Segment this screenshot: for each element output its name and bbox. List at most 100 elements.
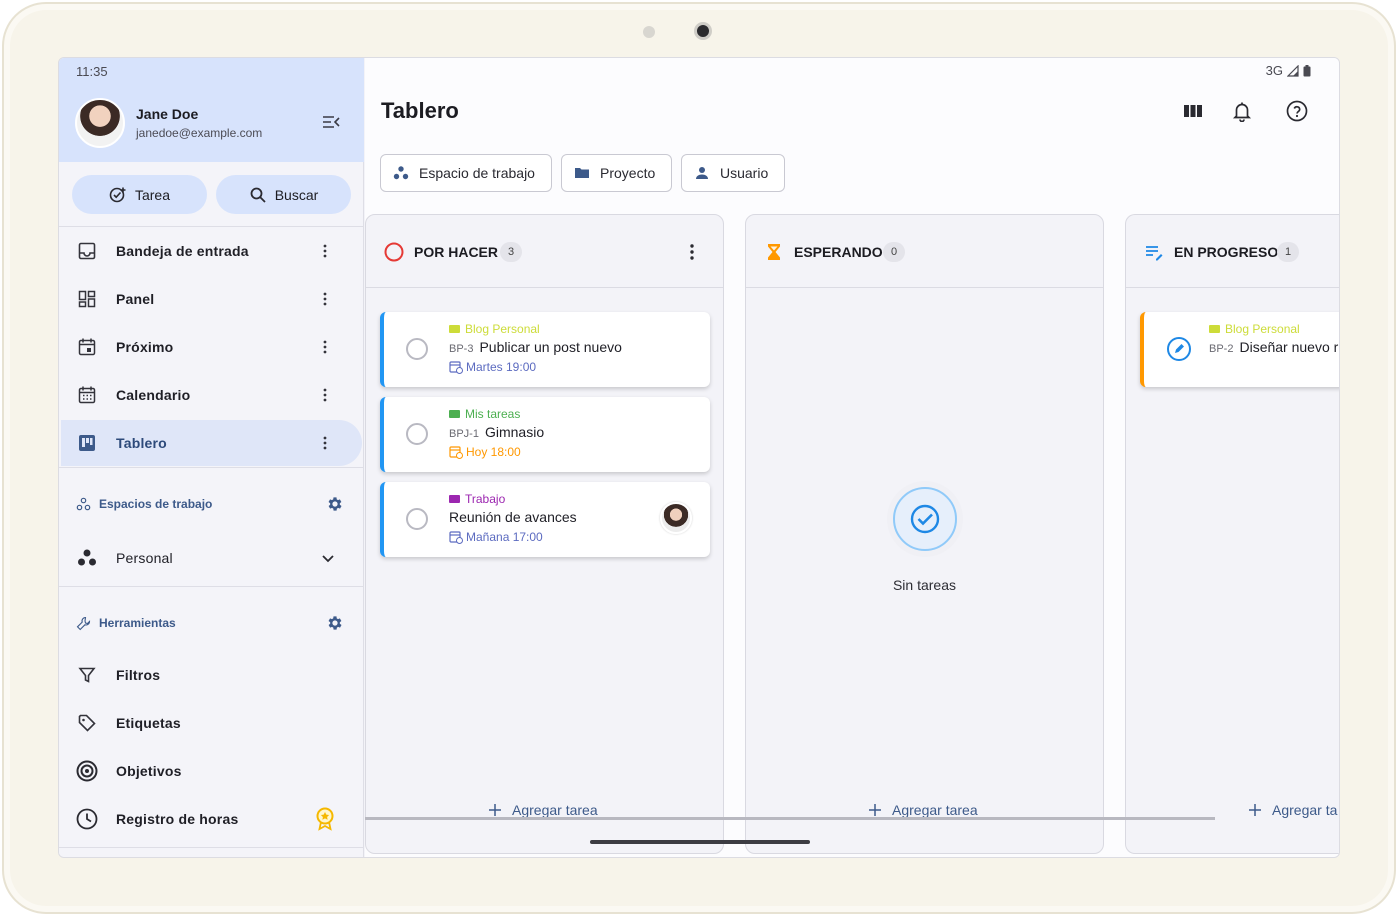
horizontal-scrollbar[interactable] (365, 817, 1215, 820)
add-task-link[interactable]: Agregar ta (1248, 802, 1337, 818)
gear-icon[interactable] (326, 614, 344, 632)
workspace-dots-icon (393, 166, 409, 180)
task-code: BP-2 (1209, 343, 1234, 355)
user-filter-chip[interactable]: Usuario (681, 154, 786, 192)
plus-icon (1249, 804, 1261, 816)
add-task-label: Agregar tarea (892, 802, 978, 818)
help-icon[interactable] (1286, 100, 1308, 122)
add-task-link[interactable]: Agregar tarea (868, 802, 978, 818)
sidebar-item-board[interactable]: Tablero (61, 420, 362, 466)
task-project: Mis tareas (449, 407, 520, 421)
column-count-badge: 1 (1277, 242, 1299, 262)
check-circle-icon (910, 504, 940, 534)
menu-collapse-icon[interactable] (321, 112, 341, 132)
sidebar-item-label: Tablero (116, 435, 167, 451)
more-vertical-icon[interactable] (317, 291, 333, 307)
progress-list-icon (1146, 246, 1163, 261)
task-card[interactable]: Blog Personal BP-2 Diseñar nuevo r (1140, 312, 1339, 387)
columns-view-icon[interactable] (1182, 100, 1204, 122)
task-due: Mañana 17:00 (449, 530, 543, 544)
search-icon (250, 187, 266, 203)
page-title: Tablero (381, 98, 459, 123)
add-task-button[interactable]: Tarea (72, 175, 207, 214)
workspace-dots-icon (78, 549, 96, 566)
task-card[interactable]: Trabajo Reunión de avances Mañana 17:00 (380, 482, 710, 557)
complete-task-radio[interactable] (406, 508, 428, 530)
filter-icon (78, 667, 96, 683)
more-vertical-icon[interactable] (682, 242, 702, 262)
search-label: Buscar (274, 186, 319, 203)
board-column-todo: POR HACER 3 Blog Personal BP-3 Publicar u… (365, 214, 724, 854)
avatar[interactable] (75, 98, 125, 148)
sidebar-item-calendar[interactable]: Calendario (61, 372, 362, 418)
sidebar-item-label: Bandeja de entrada (116, 243, 249, 259)
divider (59, 847, 364, 848)
task-project: Blog Personal (449, 322, 540, 336)
workspace-filter-chip[interactable]: Espacio de trabajo (380, 154, 552, 192)
signal-icon (1287, 64, 1299, 77)
task-title: Diseñar nuevo r (1239, 339, 1339, 355)
sidebar-item-label: Etiquetas (116, 715, 181, 731)
calendar-month-icon (78, 386, 96, 404)
workspaces-icon (76, 497, 91, 510)
tools-title: Herramientas (99, 616, 176, 630)
task-code: BP-3 (449, 343, 474, 355)
sidebar-item-time-log[interactable]: Registro de horas (61, 796, 362, 842)
sidebar-item-filters[interactable]: Filtros (61, 652, 362, 698)
chip-label: Proyecto (600, 165, 656, 181)
premium-badge-icon (316, 807, 334, 831)
project-name: Trabajo (465, 492, 506, 506)
complete-task-radio[interactable] (406, 423, 428, 445)
column-header: POR HACER 3 (366, 215, 723, 288)
search-button[interactable]: Buscar (216, 175, 351, 214)
sidebar: 11:35 Jane Doe janedoe@example.com Tarea… (59, 58, 364, 857)
add-task-link[interactable]: Agregar tarea (488, 802, 598, 818)
workspace-name: Personal (116, 550, 173, 566)
project-name: Blog Personal (465, 322, 540, 336)
dashboard-icon (78, 290, 96, 308)
sensor-dot (643, 26, 655, 38)
sidebar-item-tags[interactable]: Etiquetas (61, 700, 362, 746)
project-name: Blog Personal (1225, 322, 1300, 336)
add-task-label: Agregar ta (1272, 802, 1338, 818)
bell-icon[interactable] (1231, 100, 1253, 122)
sidebar-item-goals[interactable]: Objetivos (61, 748, 362, 794)
gear-icon[interactable] (326, 495, 344, 513)
add-task-label: Tarea (134, 186, 171, 203)
calendar-clock-icon (449, 361, 463, 374)
due-date: Mañana 17:00 (466, 530, 543, 544)
workspaces-section-title: Espacios de trabajo (76, 494, 212, 514)
task-title-row: BP-2 Diseñar nuevo r (1209, 339, 1338, 355)
more-vertical-icon[interactable] (317, 435, 333, 451)
target-icon (76, 760, 98, 782)
sidebar-item-panel[interactable]: Panel (61, 276, 362, 322)
calendar-clock-icon (449, 446, 463, 459)
person-icon (696, 167, 708, 179)
complete-task-radio[interactable] (406, 338, 428, 360)
tools-section-title: Herramientas (76, 613, 176, 633)
workspace-selector[interactable]: Personal (61, 535, 362, 581)
chevron-down-icon[interactable] (319, 549, 337, 567)
task-code: BPJ-1 (449, 428, 479, 440)
sidebar-item-upcoming[interactable]: Próximo (61, 324, 362, 370)
add-task-icon (109, 187, 126, 202)
inbox-icon (78, 242, 96, 260)
more-vertical-icon[interactable] (317, 339, 333, 355)
due-date: Hoy 18:00 (466, 445, 521, 459)
more-vertical-icon[interactable] (317, 387, 333, 403)
task-title-row: BP-3 Publicar un post nuevo (449, 339, 622, 355)
board-column-waiting: ESPERANDO 0 Sin tareas Agregar tarea (745, 214, 1104, 854)
project-filter-chip[interactable]: Proyecto (561, 154, 673, 192)
task-card[interactable]: Mis tareas BPJ-1 Gimnasio Hoy 18:00 (380, 397, 710, 472)
battery-icon (1303, 64, 1311, 76)
status-time: 11:35 (76, 64, 108, 79)
empty-state-icon (893, 487, 957, 551)
more-vertical-icon[interactable] (317, 243, 333, 259)
home-indicator[interactable] (590, 840, 810, 844)
column-count-badge: 3 (500, 242, 522, 262)
folder-icon (449, 325, 460, 333)
hourglass-icon (768, 244, 780, 260)
in-progress-icon[interactable] (1166, 336, 1192, 362)
task-card[interactable]: Blog Personal BP-3 Publicar un post nuevo… (380, 312, 710, 387)
sidebar-item-inbox[interactable]: Bandeja de entrada (61, 228, 362, 274)
